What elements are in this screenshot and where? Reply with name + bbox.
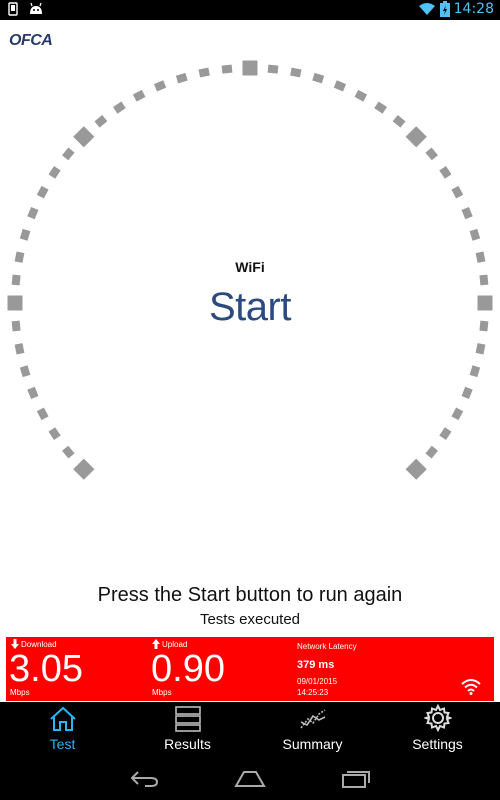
gauge-tick [153, 80, 167, 92]
latency-label: Network Latency [297, 642, 357, 651]
test-date: 09/01/2015 [297, 677, 338, 686]
battery-charging-icon [439, 1, 450, 17]
tab-test-label: Test [49, 736, 76, 752]
tab-test[interactable]: Test [0, 702, 125, 758]
gauge-major-tick [73, 126, 95, 148]
upload-unit: Mbps [152, 688, 172, 697]
download-value: 3.05 [9, 648, 83, 690]
recent-apps-icon [342, 771, 370, 788]
gauge-tick [425, 147, 438, 161]
tests-status: Tests executed [199, 611, 301, 628]
gauge-tick [425, 445, 438, 459]
status-message: Press the Start button to run again [97, 584, 403, 606]
gauge-tick [14, 343, 25, 355]
gauge-tick [439, 427, 452, 440]
chart-line-icon [299, 709, 325, 729]
system-nav-bar [0, 758, 500, 800]
back-button[interactable] [126, 767, 162, 791]
tab-bar: Test Results Summary Settings [0, 702, 500, 758]
gauge-tick [48, 427, 61, 440]
gauge-tick [198, 67, 210, 78]
gauge-tick [36, 407, 49, 421]
android-icon [30, 2, 42, 14]
gauge-tick [27, 386, 39, 400]
home-icon [49, 706, 76, 731]
test-time: 14:25:23 [297, 688, 329, 697]
wifi-icon [461, 679, 481, 695]
tab-results[interactable]: Results [125, 702, 250, 758]
gauge-tick [94, 115, 108, 128]
gauge-tick [479, 274, 489, 286]
tab-results-label: Results [164, 736, 211, 752]
gauge-tick [354, 89, 368, 102]
gauge-tick [374, 101, 387, 114]
status-clock: 14:28 [453, 1, 494, 17]
gauge-tick [221, 64, 233, 74]
gauge-major-tick [73, 458, 95, 480]
gear-icon [423, 704, 452, 732]
gauge-tick [461, 206, 473, 220]
results-panel: Download 3.05 Mbps Upload 0.90 Mbps Netw… [6, 637, 494, 701]
wifi-status-icon [418, 3, 435, 15]
tab-summary[interactable]: Summary [250, 702, 375, 758]
gauge-tick [475, 343, 486, 355]
speed-gauge [7, 60, 493, 480]
gauge-tick [48, 166, 61, 179]
gauge-tick [439, 166, 452, 179]
download-unit: Mbps [10, 688, 30, 697]
gauge-tick [469, 365, 481, 378]
gauge-tick [19, 365, 31, 378]
back-icon [130, 771, 159, 787]
list-icon [174, 706, 201, 732]
tab-settings[interactable]: Settings [375, 702, 500, 758]
gauge-tick [333, 80, 347, 92]
gauge-tick [113, 101, 126, 114]
gauge-tick [19, 228, 31, 241]
network-type-label: WiFi [235, 259, 265, 275]
home-button[interactable] [232, 767, 268, 791]
gauge-major-tick [405, 458, 427, 480]
gauge-tick [11, 274, 21, 286]
gauge-major-tick [242, 60, 258, 76]
upload-value: 0.90 [151, 648, 225, 690]
phone-icon [8, 2, 18, 16]
gauge-tick [451, 185, 464, 199]
tab-summary-label: Summary [282, 736, 343, 752]
latency-value: 379 ms [297, 659, 335, 671]
gauge-tick [461, 386, 473, 400]
gauge-tick [36, 185, 49, 199]
start-button[interactable]: Start [0, 285, 500, 330]
gauge-tick [62, 445, 75, 459]
gauge-tick [469, 228, 481, 241]
gauge-tick [451, 407, 464, 421]
tab-settings-label: Settings [412, 736, 463, 752]
recent-apps-button[interactable] [338, 767, 374, 791]
gauge-major-tick [405, 126, 427, 148]
status-bar: 14:28 [0, 0, 500, 20]
gauge-tick [267, 64, 279, 74]
gauge-tick [175, 72, 188, 84]
gauge-tick [392, 115, 406, 128]
gauge-tick [132, 89, 146, 102]
home-nav-icon [234, 771, 266, 787]
gauge-tick [312, 72, 325, 84]
gauge-tick [62, 147, 75, 161]
gauge-tick [27, 206, 39, 220]
gauge-tick [290, 67, 302, 78]
